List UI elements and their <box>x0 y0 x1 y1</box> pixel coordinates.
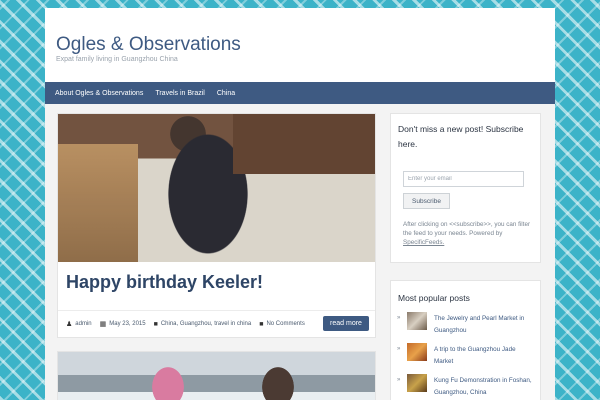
post-comments-link[interactable]: No Comments <box>266 321 304 327</box>
popular-post-item[interactable]: » A trip to the Guangzhou Jade Market <box>397 343 537 367</box>
comment-icon: ■ <box>259 320 264 328</box>
popular-post-thumbnail[interactable] <box>407 374 427 392</box>
popular-post-thumbnail[interactable] <box>407 343 427 361</box>
subscribe-title: Don't miss a new post! Subscribe here. <box>398 124 524 149</box>
calendar-icon: ▦ <box>99 321 107 328</box>
post-author: ♟ admin <box>66 320 92 328</box>
popular-posts-title: Most popular posts <box>398 293 470 303</box>
post-featured-image[interactable] <box>58 114 375 262</box>
post-title[interactable]: Happy birthday Keeler! <box>66 272 263 293</box>
popular-post-item[interactable]: » The Jewelry and Pearl Market in Guangz… <box>397 312 537 336</box>
popular-post-link[interactable]: Kung Fu Demonstration in Foshan, Guangzh… <box>434 375 536 399</box>
specificfeeds-link[interactable]: SpecificFeeds. <box>403 239 444 246</box>
subscribe-note: After clicking on <<subscribe>>, you can… <box>403 220 535 247</box>
popular-post-link[interactable]: The Jewelry and Pearl Market in Guangzho… <box>434 313 536 337</box>
image-overlay <box>58 114 375 262</box>
post-comments: ■ No Comments <box>259 321 305 328</box>
post-card: Happy birthday Keeler! ♟ admin ▦ May 23,… <box>57 113 376 338</box>
arrow-bullet-icon: » <box>397 377 401 383</box>
main-nav: About Ogles & Observations Travels in Br… <box>45 82 555 104</box>
nav-item-china[interactable]: China <box>217 90 235 97</box>
subscribe-button[interactable]: Subscribe <box>403 193 450 209</box>
subscribe-note-text: After clicking on <<subscribe>>, you can… <box>403 221 531 237</box>
popular-post-thumbnail[interactable] <box>407 312 427 330</box>
site-title[interactable]: Ogles & Observations <box>56 34 241 56</box>
post-date-text: May 23, 2015 <box>109 321 146 327</box>
person-icon: ♟ <box>66 321 73 328</box>
post-categories-text[interactable]: China, Guangzhou, travel in china <box>161 321 251 327</box>
site-tagline: Expat family living in Guangzhou China <box>56 56 178 63</box>
post-card-2 <box>57 351 376 400</box>
arrow-bullet-icon: » <box>397 315 401 321</box>
post-date: ▦ May 23, 2015 <box>100 320 146 328</box>
page-wrapper: Ogles & Observations Expat family living… <box>45 8 555 400</box>
popular-post-link[interactable]: A trip to the Guangzhou Jade Market <box>434 344 536 368</box>
post-categories: ■ China, Guangzhou, travel in china <box>154 321 252 328</box>
arrow-bullet-icon: » <box>397 346 401 352</box>
post-2-featured-image[interactable] <box>58 352 375 400</box>
subscribe-widget: Don't miss a new post! Subscribe here. S… <box>390 113 541 263</box>
site-header: Ogles & Observations Expat family living… <box>45 8 555 82</box>
folder-icon: ■ <box>153 320 158 328</box>
popular-posts-widget: Most popular posts » The Jewelry and Pea… <box>390 280 541 400</box>
nav-item-travels-brazil[interactable]: Travels in Brazil <box>155 90 205 97</box>
read-more-button[interactable]: read more <box>323 316 369 331</box>
post-author-name[interactable]: admin <box>75 321 91 327</box>
email-field[interactable] <box>403 171 524 187</box>
nav-item-about[interactable]: About Ogles & Observations <box>55 90 143 97</box>
popular-post-item[interactable]: » Kung Fu Demonstration in Foshan, Guang… <box>397 374 537 398</box>
